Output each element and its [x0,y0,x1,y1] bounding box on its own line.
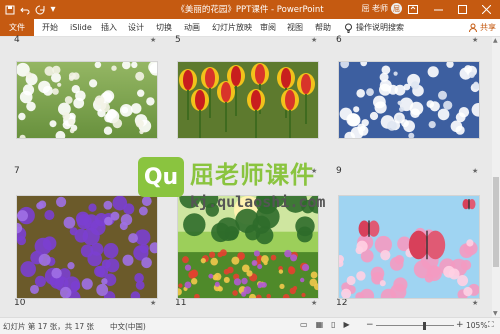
zoom-in-icon[interactable]: + [456,320,464,330]
slide-number: 7 [14,166,20,176]
tab-7[interactable]: 幻灯片放映 [212,19,252,36]
slide-number: 6 [336,35,342,45]
undo-icon[interactable] [18,2,32,17]
watermark-logo: Qu [138,157,184,197]
zoom-slider[interactable] [376,325,454,326]
language-indicator[interactable]: 中文(中国) [110,321,146,332]
watermark: Qu 屈老师课件 kj.qulaoshi.com [138,155,358,217]
redo-icon[interactable] [33,2,47,17]
scroll-down-icon[interactable]: ▼ [493,310,498,317]
window-title: 《美丽的花园》PPT课件 - PowerPoint [176,5,324,15]
slide-number: 11 [175,298,187,308]
transition-icon[interactable]: ★ [311,36,317,44]
tab-1[interactable]: 开始 [42,19,58,36]
zoom-slider-thumb[interactable] [422,322,426,330]
tell-me-label: 操作说明搜索 [356,23,404,32]
zoom-out-icon[interactable]: − [366,320,374,330]
vertical-scrollbar[interactable]: ▲ ▼ [492,37,500,317]
lightbulb-icon [345,23,352,33]
share-person-icon [469,23,477,32]
transition-icon[interactable]: ★ [472,299,478,307]
user-name: 屈 老师 [361,4,388,13]
share-label: 共享 [480,23,496,32]
tell-me-search[interactable]: 操作说明搜索 [344,19,404,36]
maximize-icon[interactable] [452,2,472,17]
close-icon[interactable] [476,2,496,17]
slide-sorter-view-icon[interactable]: ▦ [316,320,324,329]
transition-icon[interactable]: ★ [472,167,478,175]
scroll-up-icon[interactable]: ▲ [493,37,498,44]
user-account[interactable]: 屈 老师 屈 [361,3,402,14]
slide-6-thumbnail[interactable] [338,61,480,139]
share-button[interactable]: 共享 [469,19,496,36]
slideshow-icon[interactable]: ▶ [344,320,350,329]
normal-view-icon[interactable]: ▭ [300,320,308,329]
transition-icon[interactable]: ★ [150,299,156,307]
fit-to-window-icon[interactable]: ⛶ [488,320,494,330]
ribbon-tabs: 文件 开始 iSlide 插入 设计 切换 动画 幻灯片放映 审阅 视图 帮助 操作说明搜索 共享 [0,19,500,37]
transition-icon[interactable]: ★ [311,299,317,307]
transition-icon[interactable]: ★ [150,36,156,44]
watermark-brand: 屈老师课件 [190,161,315,189]
tab-9[interactable]: 视图 [287,19,303,36]
slide-number: 12 [336,298,348,308]
avatar: 屈 [391,3,402,14]
ribbon-display-options-icon[interactable] [403,2,423,17]
title-bar: ▾ 《美丽的花园》PPT课件 - PowerPoint 屈 老师 屈 [0,0,500,19]
slide-5-thumbnail[interactable] [177,61,319,139]
slide-number: 5 [175,35,181,45]
reading-view-icon[interactable]: ▯ [331,320,335,329]
status-bar: 幻灯片 第 17 张，共 17 张 中文(中国) ▭ ▦ ▯ ▶ − + 105… [0,317,500,334]
tab-4[interactable]: 设计 [128,19,144,36]
transition-icon[interactable]: ★ [472,36,478,44]
slide-12-thumbnail[interactable] [338,195,480,299]
zoom-level[interactable]: 105% [466,321,487,330]
tab-3[interactable]: 插入 [101,19,117,36]
watermark-url: kj.qulaoshi.com [190,193,326,211]
tab-10[interactable]: 帮助 [315,19,331,36]
save-icon[interactable] [3,2,17,17]
tab-file[interactable]: 文件 [0,19,34,36]
tab-2[interactable]: iSlide [70,19,92,36]
slide-number: 10 [14,298,26,308]
slide-4-thumbnail[interactable] [16,61,158,139]
slide-counter: 幻灯片 第 17 张，共 17 张 [3,322,95,331]
scroll-thumb[interactable] [493,177,499,267]
minimize-icon[interactable] [428,2,448,17]
tab-8[interactable]: 审阅 [260,19,276,36]
tab-5[interactable]: 切换 [156,19,172,36]
view-buttons: ▭ ▦ ▯ ▶ [300,320,350,329]
customize-icon[interactable]: ▾ [48,2,58,17]
tab-6[interactable]: 动画 [184,19,200,36]
slide-10-thumbnail[interactable] [16,195,158,299]
slide-number: 4 [14,35,20,45]
